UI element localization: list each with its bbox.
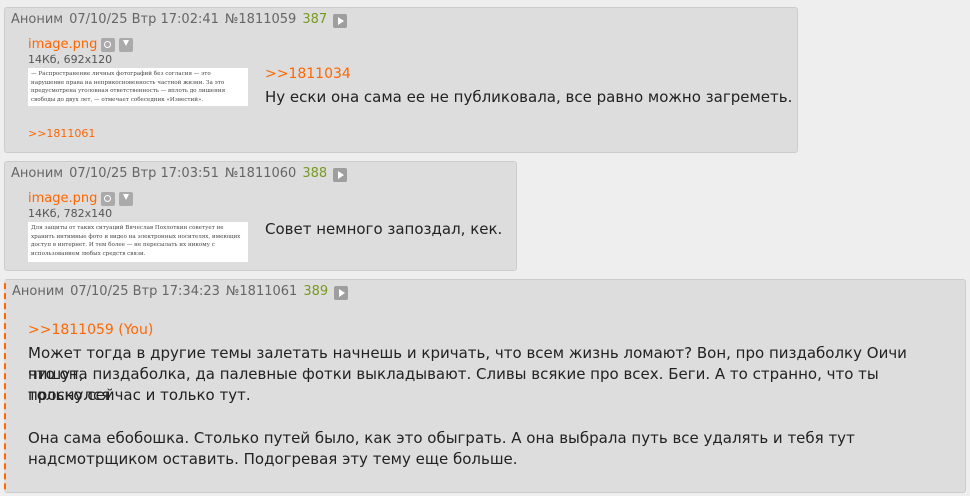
download-icon[interactable]: [119, 37, 134, 52]
reply-link[interactable]: >>1811034: [265, 66, 351, 82]
file-meta: 14Кб, 782x140: [28, 207, 113, 220]
post-date: 07/10/25 Втр 17:34:23: [70, 284, 220, 299]
post-1811059: Аноним 07/10/25 Втр 17:02:41 №1811059 38…: [4, 7, 798, 153]
post-message-line: только сейчас и только тут.: [28, 386, 251, 404]
post-header: Аноним 07/10/25 Втр 17:03:51 №1811060 38…: [11, 166, 353, 182]
post-1811061: Аноним 07/10/25 Втр 17:34:23 №1811061 38…: [4, 279, 966, 493]
post-1811060: Аноним 07/10/25 Втр 17:03:51 №1811060 38…: [4, 161, 517, 271]
reply-link[interactable]: >>1811059 (You): [28, 322, 153, 338]
file-thumbnail[interactable]: — Распространение личных фотографий без …: [28, 68, 248, 106]
post-message-line: надсмотрщиком оставить. Подогревая эту т…: [28, 450, 518, 468]
post-message-line: Она сама ебобошка. Столько путей было, к…: [28, 429, 855, 447]
post-header: Аноним 07/10/25 Втр 17:02:41 №1811059 38…: [11, 12, 353, 28]
post-author: Аноним: [12, 284, 65, 299]
search-icon[interactable]: [101, 37, 116, 52]
post-author: Аноним: [11, 12, 64, 27]
post-number[interactable]: №1811059: [225, 12, 296, 27]
post-header: Аноним 07/10/25 Втр 17:34:23 №1811061 38…: [12, 284, 354, 300]
post-index: 388: [302, 166, 328, 181]
post-author: Аноним: [11, 166, 64, 181]
backlink[interactable]: >>1811061: [28, 127, 95, 140]
post-file: image.png 14Кб, 782x140 Для защиты от та…: [28, 191, 248, 262]
post-index: 389: [303, 284, 329, 299]
file-thumbnail[interactable]: Для защиты от таких ситуаций Вячеслав По…: [28, 222, 248, 262]
post-file: image.png 14Кб, 692x120 — Распространени…: [28, 37, 248, 106]
play-icon[interactable]: [334, 285, 349, 300]
play-icon[interactable]: [333, 13, 348, 28]
post-number[interactable]: №1811061: [226, 284, 297, 299]
post-date: 07/10/25 Втр 17:03:51: [69, 166, 219, 181]
post-date: 07/10/25 Втр 17:02:41: [69, 12, 219, 27]
post-index: 387: [302, 12, 328, 27]
file-name-link[interactable]: image.png: [28, 191, 97, 206]
post-message: Ну ески она сама ее не публиковала, все …: [265, 88, 793, 106]
file-name-link[interactable]: image.png: [28, 37, 97, 52]
search-icon[interactable]: [101, 191, 116, 206]
download-icon[interactable]: [119, 191, 134, 206]
file-meta: 14Кб, 692x120: [28, 53, 113, 66]
play-icon[interactable]: [333, 167, 348, 182]
post-number[interactable]: №1811060: [225, 166, 296, 181]
post-message: Совет немного запоздал, кек.: [265, 220, 503, 238]
